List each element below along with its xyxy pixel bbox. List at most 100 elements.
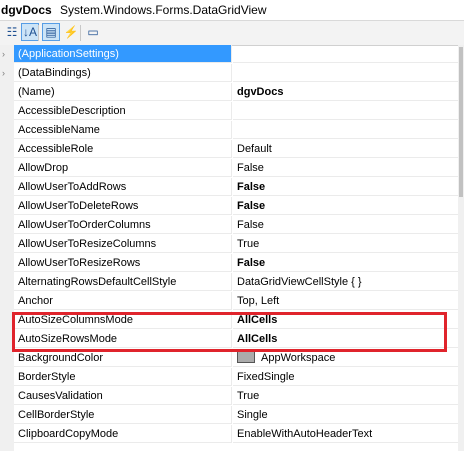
property-value[interactable]: Single (233, 406, 458, 424)
property-value-text: AllCells (237, 314, 278, 326)
property-name[interactable]: (DataBindings) (14, 64, 232, 82)
property-grid: › (ApplicationSettings) › (DataBindings) (Na… (0, 45, 464, 451)
expand-arrow-icon[interactable]: › (2, 68, 5, 78)
property-value-text: AppWorkspace (261, 352, 336, 364)
property-value[interactable]: FixedSingle (233, 368, 458, 386)
property-value[interactable]: EnableWithAutoHeaderText (233, 425, 458, 443)
events-button[interactable]: ⚡ (62, 23, 80, 41)
property-grid-toolbar: ☷ ↓A ▤ ⚡ ▭ (0, 20, 464, 46)
object-name: dgvDocs (1, 3, 52, 17)
property-pages-icon: ▭ (87, 25, 99, 39)
property-row[interactable]: (Name) dgvDocs (0, 83, 458, 102)
property-name[interactable]: AllowUserToResizeRows (14, 254, 232, 272)
property-value[interactable]: False (233, 254, 458, 272)
property-value[interactable] (233, 121, 458, 139)
property-value[interactable]: True (233, 235, 458, 253)
property-value[interactable]: dgvDocs (233, 83, 458, 101)
property-name[interactable]: AccessibleDescription (14, 102, 232, 120)
property-name[interactable]: AutoSizeRowsMode (14, 330, 232, 348)
property-value[interactable]: False (233, 197, 458, 215)
property-value-text: DataGridViewCellStyle { } (237, 276, 362, 288)
property-value[interactable]: Default (233, 140, 458, 158)
property-name[interactable]: CellBorderStyle (14, 406, 232, 424)
property-name[interactable]: AccessibleName (14, 121, 232, 139)
alphabetical-sort-icon: ↓A (22, 25, 37, 39)
property-name[interactable]: AlternatingRowsDefaultCellStyle (14, 273, 232, 291)
property-name[interactable]: BackgroundColor (14, 349, 232, 367)
property-row[interactable]: CausesValidation True (0, 387, 458, 406)
property-row[interactable]: AllowDrop False (0, 159, 458, 178)
property-row[interactable]: › (ApplicationSettings) (0, 45, 458, 64)
property-name[interactable]: CausesValidation (14, 387, 232, 405)
property-row[interactable]: AccessibleName (0, 121, 458, 140)
property-value-text: False (237, 219, 264, 231)
property-row[interactable]: AllowUserToDeleteRows False (0, 197, 458, 216)
property-name[interactable]: (ApplicationSettings) (14, 45, 232, 63)
property-name[interactable]: ClipboardCopyMode (14, 425, 232, 443)
property-name[interactable]: AllowUserToOrderColumns (14, 216, 232, 234)
property-row[interactable]: AllowUserToResizeRows False (0, 254, 458, 273)
property-value-text: dgvDocs (237, 86, 284, 98)
property-value[interactable]: Top, Left (233, 292, 458, 310)
property-value-text: False (237, 257, 266, 269)
property-value-text: False (237, 181, 266, 193)
property-value[interactable]: False (233, 178, 458, 196)
scrollbar-thumb[interactable] (459, 47, 463, 197)
property-value-text: EnableWithAutoHeaderText (237, 428, 373, 440)
property-value[interactable]: True (233, 387, 458, 405)
color-swatch (237, 350, 255, 363)
property-value[interactable]: False (233, 216, 458, 234)
vertical-scrollbar[interactable] (458, 45, 464, 451)
property-value-text: FixedSingle (237, 371, 295, 383)
property-name[interactable]: BorderStyle (14, 368, 232, 386)
property-value-text: True (237, 390, 260, 402)
toolbar-separator (80, 25, 81, 41)
lightning-events-icon: ⚡ (63, 25, 79, 39)
property-row[interactable]: BorderStyle FixedSingle (0, 368, 458, 387)
property-value-text: Top, Left (237, 295, 280, 307)
property-value[interactable]: AllCells (233, 330, 458, 348)
property-name[interactable]: AccessibleRole (14, 140, 232, 158)
property-row[interactable]: › (DataBindings) (0, 64, 458, 83)
property-name[interactable]: AutoSizeColumnsMode (14, 311, 232, 329)
property-row[interactable]: AccessibleDescription (0, 102, 458, 121)
property-value-text: Default (237, 143, 272, 155)
property-row[interactable]: AllowUserToAddRows False (0, 178, 458, 197)
property-name[interactable]: AllowUserToResizeColumns (14, 235, 232, 253)
property-value-text: False (237, 200, 266, 212)
property-row[interactable]: CellBorderStyle Single (0, 406, 458, 425)
property-name[interactable]: AllowUserToAddRows (14, 178, 232, 196)
property-value[interactable]: DataGridViewCellStyle { } (233, 273, 458, 291)
property-value-text: False (237, 162, 264, 174)
toolbar-separator (38, 25, 39, 41)
property-value[interactable]: False (233, 159, 458, 177)
property-value[interactable]: AppWorkspace (233, 349, 458, 367)
expand-arrow-icon[interactable]: › (2, 49, 5, 59)
properties-button[interactable]: ▤ (42, 23, 60, 41)
property-name[interactable]: (Name) (14, 83, 232, 101)
property-row[interactable]: Anchor Top, Left (0, 292, 458, 311)
property-value[interactable]: AllCells (233, 311, 458, 329)
property-value[interactable] (233, 45, 458, 63)
property-value-text: Single (237, 409, 268, 421)
property-value[interactable] (233, 102, 458, 120)
property-row[interactable]: AutoSizeRowsMode AllCells (0, 330, 458, 349)
property-name[interactable]: AllowDrop (14, 159, 232, 177)
property-row[interactable]: BackgroundColor AppWorkspace (0, 349, 458, 368)
property-row[interactable]: AccessibleRole Default (0, 140, 458, 159)
alphabetical-button[interactable]: ↓A (21, 23, 39, 41)
categorized-icon: ☷ (6, 25, 18, 39)
property-row[interactable]: AllowUserToOrderColumns False (0, 216, 458, 235)
categorized-button[interactable]: ☷ (3, 23, 21, 41)
properties-icon: ▤ (45, 25, 57, 39)
property-row[interactable]: AlternatingRowsDefaultCellStyle DataGridV… (0, 273, 458, 292)
property-name[interactable]: Anchor (14, 292, 232, 310)
property-row[interactable]: AutoSizeColumnsMode AllCells (0, 311, 458, 330)
property-grid-header: dgvDocs System.Windows.Forms.DataGridVie… (0, 0, 464, 20)
property-row[interactable]: AllowUserToResizeColumns True (0, 235, 458, 254)
property-pages-button[interactable]: ▭ (84, 23, 102, 41)
property-value[interactable] (233, 64, 458, 82)
property-value-text: AllCells (237, 333, 278, 345)
property-row[interactable]: ClipboardCopyMode EnableWithAutoHeaderTex… (0, 425, 458, 444)
property-name[interactable]: AllowUserToDeleteRows (14, 197, 232, 215)
